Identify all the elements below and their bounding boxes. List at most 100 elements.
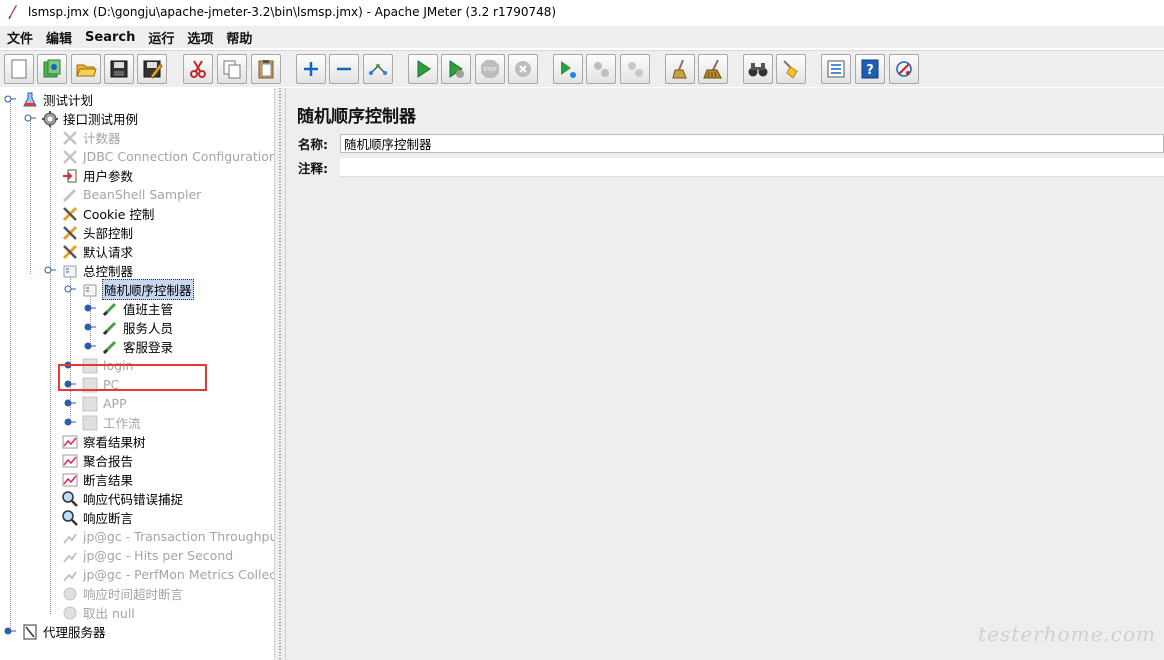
listener-icon xyxy=(60,547,80,565)
tree-node[interactable]: 断言结果 xyxy=(60,470,134,489)
listener-icon xyxy=(60,471,80,489)
name-label: 名称: xyxy=(298,136,328,152)
tree-collapse-handle-icon[interactable] xyxy=(84,323,96,331)
tree-expand-handle-icon[interactable] xyxy=(44,266,56,274)
stop-button[interactable]: STOP xyxy=(475,54,505,84)
tree-node-label: BeanShell Sampler xyxy=(83,187,202,202)
tree-expand-handle-icon[interactable] xyxy=(64,285,76,293)
tree-expand-handle-icon[interactable] xyxy=(24,114,36,122)
tree-node[interactable]: 工作流 xyxy=(80,413,142,432)
tree-node[interactable]: 默认请求 xyxy=(60,242,134,261)
tree-collapse-handle-icon[interactable] xyxy=(4,627,16,635)
comment-input[interactable] xyxy=(340,157,1164,177)
remote-shutdown-button[interactable] xyxy=(620,54,650,84)
tree-node-selected[interactable]: 随机顺序控制器 xyxy=(80,279,194,300)
tree-node[interactable]: 服务人员 xyxy=(100,318,174,337)
tree-guide xyxy=(10,98,11,632)
tree-collapse-handle-icon[interactable] xyxy=(64,399,76,407)
start-no-pause-button[interactable] xyxy=(441,54,471,84)
broom-icon xyxy=(783,60,798,79)
tree-node[interactable]: jp@gc - PerfMon Metrics Collector xyxy=(60,565,274,584)
listener-icon xyxy=(60,528,80,546)
splitter-grip xyxy=(279,88,281,660)
copy-button[interactable] xyxy=(217,54,247,84)
menu-search[interactable]: Search xyxy=(78,30,141,45)
open-icon xyxy=(76,64,97,77)
tree-node[interactable]: 计数器 xyxy=(60,128,122,147)
collapse-button[interactable] xyxy=(329,54,359,84)
menu-run[interactable]: 运行 xyxy=(141,28,180,47)
start-icon xyxy=(417,60,431,78)
tree-node[interactable]: 头部控制 xyxy=(60,223,134,242)
tree-node[interactable]: 总控制器 xyxy=(60,261,134,280)
expand-button[interactable] xyxy=(296,54,326,84)
save-as-button[interactable] xyxy=(137,54,167,84)
reset-search-button[interactable] xyxy=(776,54,806,84)
test-plan-tree[interactable]: 测试计划 接口测试用例 计数器 JDBC Connection Configur… xyxy=(0,88,274,660)
start-button[interactable] xyxy=(408,54,438,84)
menu-file[interactable]: 文件 xyxy=(0,28,39,47)
tree-collapse-handle-icon[interactable] xyxy=(84,342,96,350)
save-button[interactable] xyxy=(104,54,134,84)
tree-node-label: 响应代码错误捕捉 xyxy=(83,492,184,507)
logger-button[interactable] xyxy=(889,54,919,84)
remote-start-button[interactable] xyxy=(553,54,583,84)
tree-collapse-handle-icon[interactable] xyxy=(64,418,76,426)
sampler-icon xyxy=(60,186,80,204)
menu-options[interactable]: 选项 xyxy=(180,28,219,47)
tree-node[interactable]: 取出 null xyxy=(60,603,136,622)
tree-node-label: 随机顺序控制器 xyxy=(102,279,194,300)
search-button[interactable] xyxy=(743,54,773,84)
new-button[interactable] xyxy=(4,54,34,84)
pane-splitter[interactable] xyxy=(274,88,286,660)
svg-text:STOP: STOP xyxy=(483,67,496,73)
sampler-icon xyxy=(100,300,120,318)
shutdown-button[interactable] xyxy=(508,54,538,84)
clear-button[interactable] xyxy=(665,54,695,84)
highlight-annotation-box xyxy=(58,364,207,391)
tree-node[interactable]: 客服登录 xyxy=(100,337,174,356)
tree-expand-handle-icon[interactable] xyxy=(4,95,16,103)
tree-node[interactable]: 察看结果树 xyxy=(60,432,147,451)
config-icon xyxy=(60,205,80,223)
tree-node-label: jp@gc - Hits per Second xyxy=(83,548,234,563)
tree-node[interactable]: BeanShell Sampler xyxy=(60,185,202,204)
name-input[interactable]: 随机顺序控制器 xyxy=(340,133,1164,153)
toggle-button[interactable] xyxy=(363,54,393,84)
tree-node[interactable]: 代理服务器 xyxy=(20,622,107,641)
tree-node[interactable]: 用户参数 xyxy=(60,166,134,185)
new-icon xyxy=(11,59,27,79)
tree-node[interactable]: 响应代码错误捕捉 xyxy=(60,489,184,508)
listener-icon xyxy=(60,433,80,451)
tree-node-label: 服务人员 xyxy=(123,321,174,336)
paste-button[interactable] xyxy=(251,54,281,84)
cut-button[interactable] xyxy=(183,54,213,84)
tree-node[interactable]: Cookie 控制 xyxy=(60,204,155,223)
start-no-pause-icon xyxy=(449,60,464,78)
tree-node[interactable]: jp@gc - Transaction Throughput vs xyxy=(60,527,274,546)
tree-node[interactable]: 响应时间超时断言 xyxy=(60,584,184,603)
function-helper-button[interactable] xyxy=(821,54,851,84)
tree-node[interactable]: JDBC Connection Configuration xyxy=(60,147,274,166)
postprocessor-icon xyxy=(60,604,80,622)
list-icon xyxy=(827,60,845,78)
tree-node[interactable]: 测试计划 xyxy=(20,90,94,109)
menu-edit[interactable]: 编辑 xyxy=(39,28,78,47)
tree-node[interactable]: 聚合报告 xyxy=(60,451,134,470)
tree-node[interactable]: 值班主管 xyxy=(100,299,174,318)
tree-node-label: 客服登录 xyxy=(123,340,174,355)
tree-node[interactable]: APP xyxy=(80,394,128,413)
menu-help[interactable]: 帮助 xyxy=(219,28,258,47)
clear-all-button[interactable] xyxy=(698,54,728,84)
help-button[interactable]: ? xyxy=(855,54,885,84)
tree-collapse-handle-icon[interactable] xyxy=(84,304,96,312)
tree-node[interactable]: 接口测试用例 xyxy=(40,109,139,128)
tree-node[interactable]: 响应断言 xyxy=(60,508,134,527)
open-button[interactable] xyxy=(71,54,101,84)
tree-node[interactable]: jp@gc - Hits per Second xyxy=(60,546,234,565)
collapse-icon xyxy=(337,67,351,71)
sampler-icon xyxy=(100,338,120,356)
templates-button[interactable] xyxy=(37,54,67,84)
remote-stop-button[interactable] xyxy=(586,54,616,84)
tree-guide xyxy=(30,118,31,274)
